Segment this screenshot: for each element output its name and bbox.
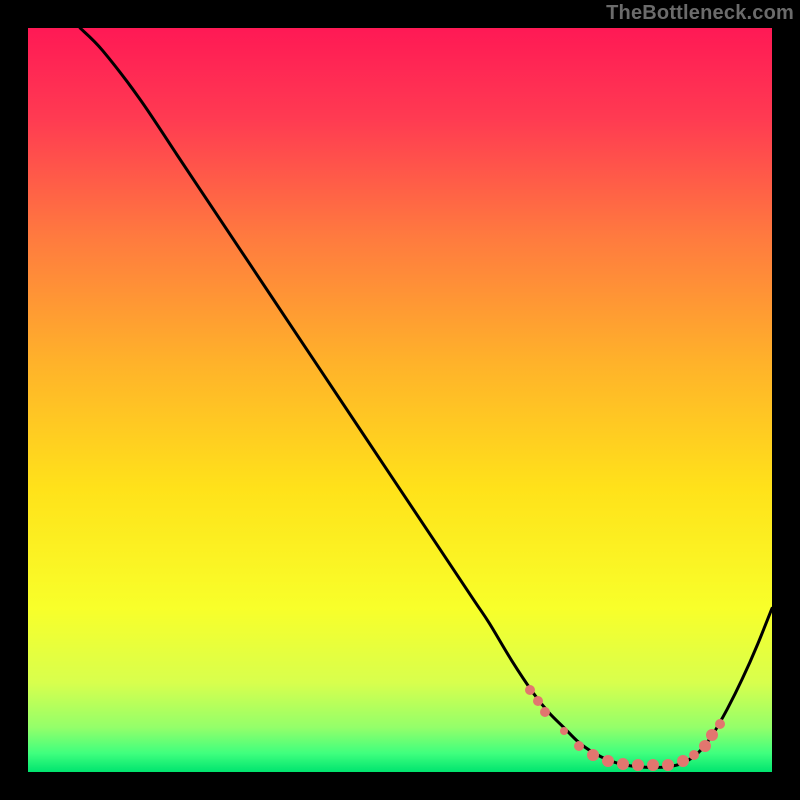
valley-marker [587, 749, 599, 761]
valley-marker [647, 759, 659, 771]
plot-area [28, 28, 772, 772]
valley-marker [540, 707, 550, 717]
valley-marker [699, 740, 711, 752]
valley-marker [715, 719, 725, 729]
valley-marker [677, 755, 689, 767]
gradient-background [28, 28, 772, 772]
valley-marker [602, 755, 614, 767]
valley-marker [706, 729, 718, 741]
valley-marker [533, 696, 543, 706]
valley-marker [617, 758, 629, 770]
valley-marker [632, 759, 644, 771]
valley-marker [560, 727, 568, 735]
valley-marker [662, 759, 674, 771]
valley-marker [525, 685, 535, 695]
valley-marker [574, 741, 584, 751]
watermark-text: TheBottleneck.com [606, 2, 794, 25]
chart-frame: TheBottleneck.com [0, 0, 800, 800]
valley-marker [689, 750, 699, 760]
